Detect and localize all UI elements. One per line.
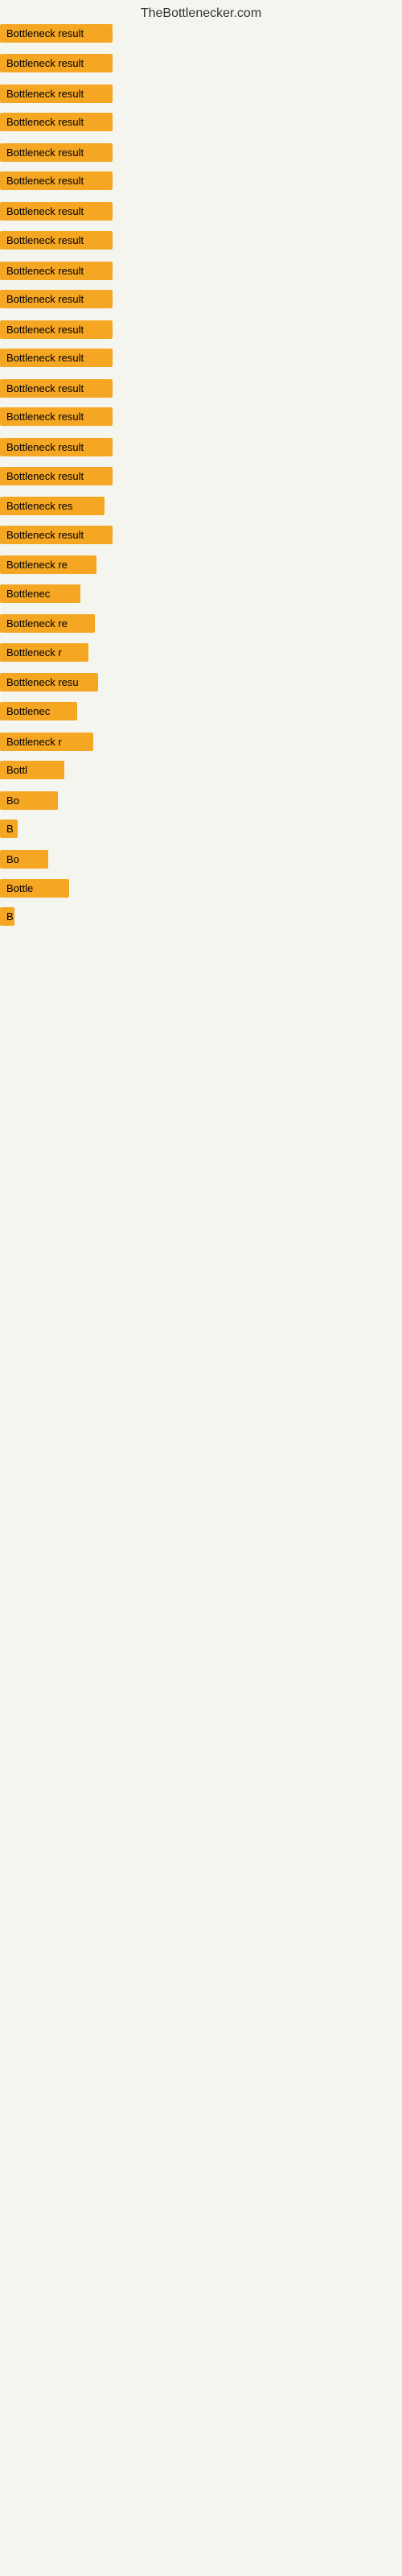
bottleneck-result-item[interactable]: Bottleneck res <box>0 497 105 515</box>
bottleneck-result-item[interactable]: Bottleneck result <box>0 290 113 308</box>
bottleneck-result-item[interactable]: Bottleneck result <box>0 379 113 398</box>
bottleneck-result-item[interactable]: Bottleneck result <box>0 438 113 456</box>
bottleneck-result-item[interactable]: Bottleneck result <box>0 231 113 250</box>
bottleneck-result-item[interactable]: Bottleneck result <box>0 202 113 221</box>
bottleneck-result-item[interactable]: Bottleneck result <box>0 113 113 131</box>
bottleneck-result-item[interactable]: Bottleneck resu <box>0 673 98 691</box>
bottleneck-result-item[interactable]: Bottleneck re <box>0 555 96 574</box>
bottleneck-result-item[interactable]: Bottleneck result <box>0 262 113 280</box>
bottleneck-result-item[interactable]: Bottle <box>0 879 69 898</box>
bottleneck-result-item[interactable]: Bo <box>0 850 48 869</box>
bottleneck-result-item[interactable]: Bottleneck r <box>0 643 88 662</box>
bottleneck-result-item[interactable]: Bottl <box>0 761 64 779</box>
bottleneck-result-item[interactable]: Bottleneck result <box>0 85 113 103</box>
bottleneck-result-item[interactable]: Bottleneck re <box>0 614 95 633</box>
bottleneck-result-item[interactable]: Bottleneck result <box>0 320 113 339</box>
bottleneck-result-item[interactable]: Bo <box>0 791 58 810</box>
site-title: TheBottlenecker.com <box>0 0 402 24</box>
bottleneck-result-item[interactable]: Bottlenec <box>0 584 80 603</box>
bottleneck-result-item[interactable]: Bottleneck result <box>0 407 113 426</box>
bottleneck-result-item[interactable]: Bottleneck result <box>0 349 113 367</box>
bottleneck-result-item[interactable]: Bottleneck result <box>0 24 113 43</box>
bottleneck-result-item[interactable]: Bottleneck r <box>0 733 93 751</box>
bottleneck-result-item[interactable]: Bottleneck result <box>0 526 113 544</box>
bottleneck-result-item[interactable]: Bottleneck result <box>0 143 113 162</box>
bottleneck-result-item[interactable]: B <box>0 819 18 838</box>
bottleneck-result-item[interactable]: Bottleneck result <box>0 467 113 485</box>
bottleneck-result-item[interactable]: Bottleneck result <box>0 54 113 72</box>
bottleneck-result-item[interactable]: Bottleneck result <box>0 171 113 190</box>
bottleneck-result-item[interactable]: B <box>0 907 14 926</box>
bottleneck-result-item[interactable]: Bottlenec <box>0 702 77 720</box>
